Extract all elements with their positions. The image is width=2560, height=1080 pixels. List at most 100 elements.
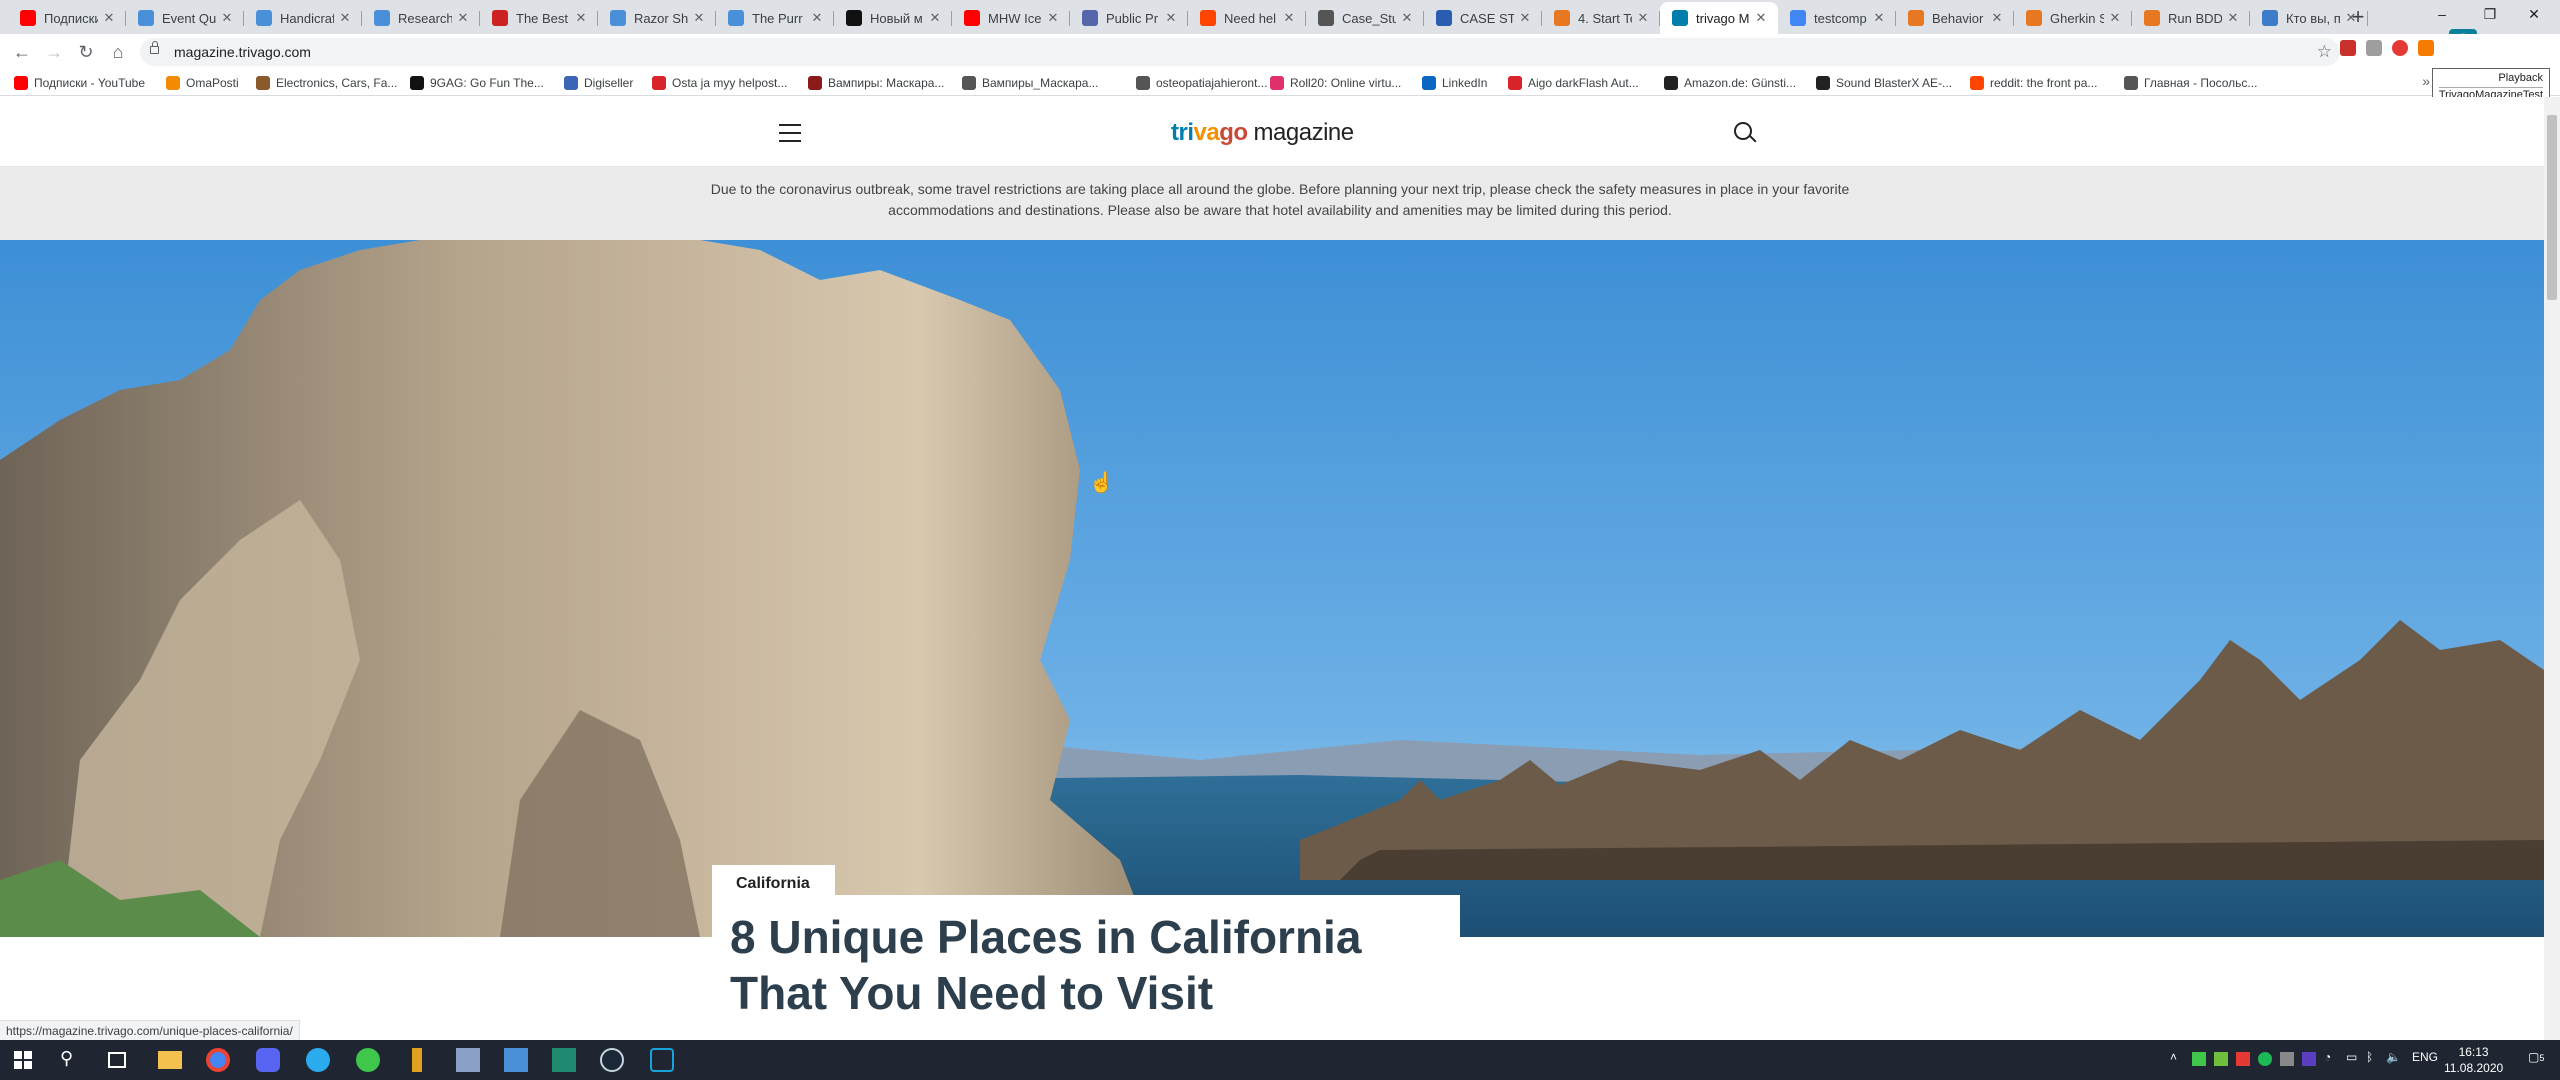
restore-button[interactable]: ❐: [2468, 0, 2512, 28]
tab-close-icon[interactable]: ✕: [1282, 10, 1296, 26]
tab-close-icon[interactable]: ✕: [1872, 10, 1886, 26]
bookmark-item[interactable]: reddit: the front pa...: [1970, 73, 2097, 93]
browser-tab[interactable]: Event Qu ✕: [126, 2, 244, 34]
scrollbar-thumb[interactable]: [2547, 115, 2557, 300]
extension-mail-icon[interactable]: [2340, 40, 2356, 56]
task-view-icon[interactable]: [108, 1052, 126, 1068]
tab-close-icon[interactable]: ✕: [1164, 10, 1178, 26]
extension-rss-icon[interactable]: [2418, 40, 2434, 56]
clock[interactable]: 16:13 11.08.2020: [2444, 1044, 2503, 1076]
bookmark-item[interactable]: Подписки - YouTube: [14, 73, 145, 93]
browser-tab[interactable]: Case_Stu ✕: [1306, 2, 1424, 34]
bookmark-item[interactable]: Aigo darkFlash Aut...: [1508, 73, 1639, 93]
tray-icon-5[interactable]: [2280, 1052, 2294, 1066]
menu-icon[interactable]: [779, 124, 801, 142]
sheet-app-icon[interactable]: [552, 1048, 576, 1072]
article-title[interactable]: 8 Unique Places in California That You N…: [730, 909, 1450, 1021]
steam-icon[interactable]: [600, 1048, 624, 1072]
bluetooth-icon[interactable]: ᛒ: [2366, 1050, 2373, 1064]
browser-tab[interactable]: Handicraf ✕: [244, 2, 362, 34]
wifi-icon[interactable]: ◔: [2324, 1050, 2331, 1064]
tray-icon-2[interactable]: [2214, 1052, 2228, 1066]
extension-icon[interactable]: [2366, 40, 2382, 56]
tab-close-icon[interactable]: ✕: [338, 10, 352, 26]
discord-icon[interactable]: [256, 1048, 280, 1072]
tab-close-icon[interactable]: ✕: [102, 10, 116, 26]
bookmark-item[interactable]: Osta ja myy helpost...: [652, 73, 787, 93]
recorder-taskbar-icon[interactable]: [650, 1048, 674, 1072]
bookmark-item[interactable]: LinkedIn: [1422, 73, 1487, 93]
home-icon[interactable]: ⌂: [104, 38, 132, 66]
bookmark-item[interactable]: osteopatiajahieront...: [1136, 73, 1267, 93]
bookmark-item[interactable]: Вампиры: Маскара...: [808, 73, 944, 93]
address-bar[interactable]: magazine.trivago.com ☆: [140, 38, 2340, 66]
browser-tab[interactable]: CASE STU✕: [1424, 2, 1542, 34]
tab-close-icon[interactable]: ✕: [220, 10, 234, 26]
browser-tab[interactable]: trivago M ✕: [1660, 2, 1778, 34]
search-taskbar-icon[interactable]: ⚲: [60, 1048, 84, 1072]
spotify-tray-icon[interactable]: [2258, 1052, 2272, 1066]
bookmark-item[interactable]: Electronics, Cars, Fa...: [256, 73, 397, 93]
tab-close-icon[interactable]: ✕: [810, 10, 824, 26]
bookmark-item[interactable]: OmaPosti: [166, 73, 239, 93]
bookmark-star-icon[interactable]: ☆: [2317, 42, 2332, 62]
windows-start-icon[interactable]: [14, 1051, 32, 1069]
browser-tab[interactable]: Run BDD ✕: [2132, 2, 2250, 34]
lock-icon[interactable]: [150, 41, 159, 54]
language-indicator[interactable]: ENG: [2412, 1050, 2438, 1064]
browser-tab[interactable]: Research ✕: [362, 2, 480, 34]
browser-tab[interactable]: Подписки ✕: [8, 2, 126, 34]
tab-close-icon[interactable]: ✕: [692, 10, 706, 26]
app-icon-green[interactable]: [356, 1048, 380, 1072]
tab-close-icon[interactable]: ✕: [1046, 10, 1060, 26]
browser-tab[interactable]: Need hel ✕: [1188, 2, 1306, 34]
search-icon[interactable]: [1734, 122, 1752, 140]
tab-close-icon[interactable]: ✕: [928, 10, 942, 26]
reload-icon[interactable]: ↻: [72, 38, 100, 66]
browser-tab[interactable]: Behavior ✕: [1896, 2, 2014, 34]
bookmark-item[interactable]: Roll20: Online virtu...: [1270, 73, 1401, 93]
bookmark-item[interactable]: 9GAG: Go Fun The...: [410, 73, 544, 93]
browser-tab[interactable]: testcomp ✕: [1778, 2, 1896, 34]
minimize-button[interactable]: –: [2420, 0, 2464, 28]
close-window-button[interactable]: ✕: [2512, 0, 2556, 28]
tab-close-icon[interactable]: ✕: [574, 10, 588, 26]
tab-close-icon[interactable]: ✕: [1990, 10, 2004, 26]
volume-icon[interactable]: 🔈: [2386, 1050, 2401, 1064]
page-scrollbar[interactable]: [2544, 97, 2560, 1040]
tray-icon-3[interactable]: [2236, 1052, 2250, 1066]
bookmark-item[interactable]: Вампиры_Маскара...: [962, 73, 1098, 93]
browser-tab[interactable]: 4. Start Te ✕: [1542, 2, 1660, 34]
battery-icon[interactable]: ▭: [2346, 1050, 2357, 1064]
tab-close-icon[interactable]: ✕: [1518, 10, 1532, 26]
new-tab-button[interactable]: +: [2344, 4, 2372, 32]
telegram-icon[interactable]: [306, 1048, 330, 1072]
browser-tab[interactable]: Gherkin S ✕: [2014, 2, 2132, 34]
tray-icon-1[interactable]: [2192, 1052, 2206, 1066]
bookmark-item[interactable]: Sound BlasterX AE-...: [1816, 73, 1952, 93]
back-icon[interactable]: ←: [8, 38, 36, 66]
window-app-icon[interactable]: [504, 1048, 528, 1072]
site-logo[interactable]: trivago magazine: [1171, 119, 1354, 147]
chrome-icon[interactable]: [206, 1048, 230, 1072]
more-bookmarks-icon[interactable]: »: [2422, 73, 2430, 89]
tray-icon-6[interactable]: [2302, 1052, 2316, 1066]
browser-tab[interactable]: Новый м ✕: [834, 2, 952, 34]
bookmark-item[interactable]: Главная - Посольс...: [2124, 73, 2257, 93]
bookmark-item[interactable]: Amazon.de: Günsti...: [1664, 73, 1796, 93]
bookmark-item[interactable]: Digiseller: [564, 73, 633, 93]
tab-close-icon[interactable]: ✕: [2226, 10, 2240, 26]
tab-close-icon[interactable]: ✕: [1400, 10, 1414, 26]
tab-close-icon[interactable]: ✕: [2108, 10, 2122, 26]
tab-close-icon[interactable]: ✕: [456, 10, 470, 26]
file-explorer-icon[interactable]: [158, 1051, 182, 1069]
notifications-icon[interactable]: ▢5: [2528, 1050, 2544, 1064]
tab-close-icon[interactable]: ✕: [1636, 10, 1650, 26]
tray-overflow-icon[interactable]: ˄: [2170, 1050, 2177, 1064]
chart-app-icon[interactable]: [412, 1048, 422, 1072]
forward-icon[interactable]: →: [40, 38, 68, 66]
browser-tab[interactable]: The Purr ✕: [716, 2, 834, 34]
tab-close-icon[interactable]: ✕: [1754, 10, 1768, 26]
browser-tab[interactable]: MHW Ice ✕: [952, 2, 1070, 34]
browser-tab[interactable]: Razor Sha✕: [598, 2, 716, 34]
